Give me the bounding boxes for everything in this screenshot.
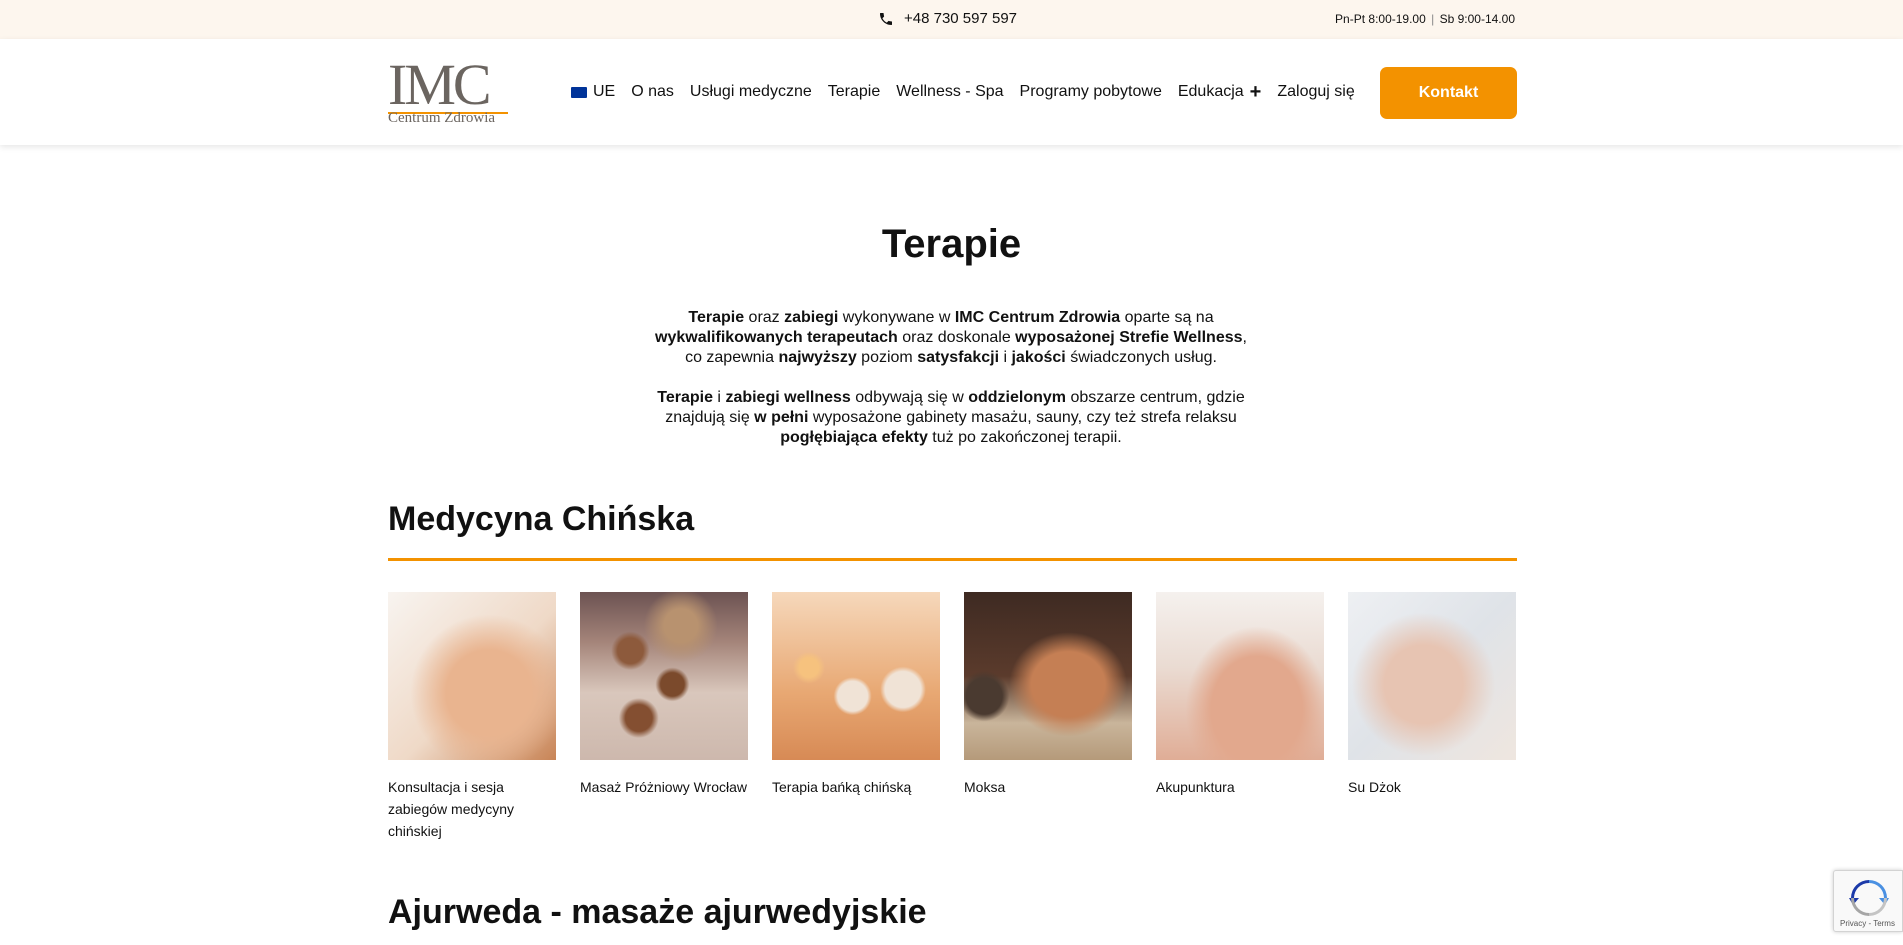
intro-text: Terapie oraz zabiegi wykonywane w IMC Ce… [646,308,1256,468]
therapy-card-label[interactable]: Moksa [964,776,1132,798]
recaptcha-text[interactable]: Privacy - Terms [1840,919,1895,928]
nav-item-zaloguj[interactable]: Zaloguj się [1277,83,1354,101]
intro-p1-bold: najwyższy [778,349,857,366]
section-title-medycyna-chinska: Medycyna Chińska [388,500,695,538]
recaptcha-badge[interactable]: Privacy - Terms [1833,870,1903,932]
therapy-card-label[interactable]: Su Dżok [1348,776,1516,798]
phone-number: +48 730 597 597 [904,10,1018,27]
main-navigation: UE O nas Usługi medyczne Terapie Wellnes… [571,82,1355,102]
nav-label-edukacja: Edukacja [1177,83,1244,100]
page-title: Terapie [881,222,1022,266]
therapy-image-konsultacja[interactable] [388,592,556,760]
plus-icon[interactable]: + [1250,82,1262,102]
logo-subtitle: Centrum Zdrowia [388,110,496,126]
intro-p1-text: i [999,349,1012,366]
nav-item-wellness-spa[interactable]: Wellness - Spa [896,83,1003,101]
intro-p1-bold: wykwalifikowanych terapeutach [655,329,898,346]
nav-item-edukacja[interactable]: Edukacja + [1177,82,1262,102]
intro-p1-text: oparte są na [1120,309,1214,326]
therapy-card-konsultacja[interactable]: Konsultacja i sesja zabiegów medycyny ch… [388,592,556,842]
therapy-card-akupunktura[interactable]: Akupunktura [1156,592,1324,842]
intro-p1-text: wykonywane w [838,309,955,326]
nav-item-o-nas[interactable]: O nas [631,83,674,101]
opening-hours: Pn-Pt 8:00-19.00 | Sb 9:00-14.00 [1335,12,1515,26]
nav-label-uslugi: Usługi medyczne [689,83,812,100]
intro-p1-bold: IMC Centrum Zdrowia [954,309,1121,326]
therapy-card-banka-chinska[interactable]: Terapia bańką chińską [772,592,940,842]
nav-label-terapie: Terapie [827,83,881,100]
nav-item-ue[interactable]: UE [571,83,615,101]
therapy-card-label[interactable]: Masaż Próżniowy Wrocław [580,776,748,798]
logo-mark: IMC [388,52,492,117]
nav-label-programy: Programy pobytowe [1019,83,1162,100]
intro-p1-text: świadczonych usług. [1065,349,1217,366]
intro-p1-text: poziom [856,349,918,366]
intro-paragraph-2: Terapie i zabiegi wellness odbywają się … [646,388,1256,448]
intro-p1-text: oraz [744,309,785,326]
nav-label-zaloguj: Zaloguj się [1277,83,1355,100]
therapy-card-su-dzok[interactable]: Su Dżok [1348,592,1516,842]
therapy-image-moksa[interactable] [964,592,1132,760]
site-logo[interactable]: IMC Centrum Zdrowia [388,52,508,127]
intro-p2-text: tuż po zakończonej terapii. [927,429,1122,446]
therapy-image-masaz-prozniowy[interactable] [580,592,748,760]
hours-separator: | [1431,12,1435,26]
contact-button[interactable]: Kontakt [1380,67,1517,119]
intro-p2-bold: zabiegi wellness [725,389,851,406]
therapy-image-banka-chinska[interactable] [772,592,940,760]
therapy-image-akupunktura[interactable] [1156,592,1324,760]
therapy-card-moksa[interactable]: Moksa [964,592,1132,842]
therapy-card-label[interactable]: Terapia bańką chińską [772,776,940,798]
nav-item-terapie[interactable]: Terapie [828,83,880,101]
intro-p2-text: i [712,389,726,406]
intro-p2-bold: pogłębiająca efekty [780,429,928,446]
nav-item-uslugi-medyczne[interactable]: Usługi medyczne [690,83,812,101]
section-title-ajurweda: Ajurweda - masaże ajurwedyjskie [388,893,927,931]
section-divider [388,558,1517,561]
intro-p1-bold: wyposażonej Strefie Wellness [1015,329,1243,346]
therapy-card-label[interactable]: Konsultacja i sesja zabiegów medycyny ch… [388,776,556,842]
phone-link[interactable]: +48 730 597 597 [878,10,1017,27]
intro-p1-bold: zabiegi [784,309,839,326]
nav-label-wellness: Wellness - Spa [896,83,1004,100]
hours-saturday: Sb 9:00-14.00 [1439,12,1515,26]
therapy-cards: Konsultacja i sesja zabiegów medycyny ch… [388,592,1517,842]
intro-p1-text: oraz doskonale [897,329,1016,346]
intro-paragraph-1: Terapie oraz zabiegi wykonywane w IMC Ce… [646,308,1256,368]
intro-p1-bold: Terapie [688,309,745,326]
intro-p2-bold: oddzielonym [968,389,1066,406]
top-info-bar: +48 730 597 597 Pn-Pt 8:00-19.00 | Sb 9:… [0,0,1903,39]
nav-item-programy-pobytowe[interactable]: Programy pobytowe [1020,83,1162,101]
therapy-card-masaz-prozniowy[interactable]: Masaż Próżniowy Wrocław [580,592,748,842]
intro-p2-text: wyposażone gabinety masażu, sauny, czy t… [808,409,1237,426]
phone-icon [880,12,892,25]
nav-label-ue: UE [593,83,616,100]
site-header: IMC Centrum Zdrowia UE O nas Usługi medy… [0,39,1903,145]
intro-p1-bold: satysfakcji [917,349,1000,366]
therapy-image-su-dzok[interactable] [1348,592,1516,760]
intro-p2-text: odbywają się w [850,389,969,406]
intro-p2-bold: Terapie [657,389,713,406]
recaptcha-icon [1849,880,1889,916]
nav-label-o-nas: O nas [631,83,674,100]
hours-weekdays: Pn-Pt 8:00-19.00 [1335,12,1426,26]
intro-p1-bold: jakości [1011,349,1066,366]
eu-flag-icon [571,86,587,98]
therapy-card-label[interactable]: Akupunktura [1156,776,1324,798]
intro-p2-bold: w pełni [754,409,809,426]
